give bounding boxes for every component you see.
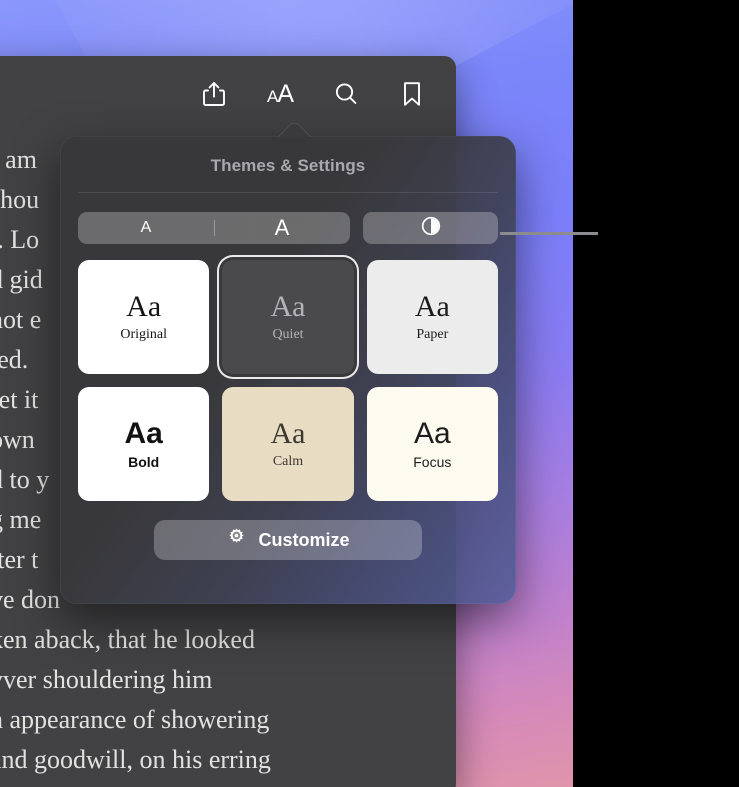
text-size-big-a: A	[277, 79, 294, 108]
theme-card-paper[interactable]: Aa Paper	[366, 260, 498, 374]
themes-settings-popover: Themes & Settings A A Aa Original Aa Qui…	[60, 136, 516, 604]
theme-name: Bold	[128, 453, 160, 470]
theme-name: Original	[120, 326, 167, 342]
screenshot-root: AA I am	[0, 0, 739, 787]
theme-sample-text: Aa	[124, 417, 163, 451]
gear-icon	[226, 527, 247, 553]
control-row: A A	[60, 193, 516, 244]
decrease-font-size-button[interactable]: A	[78, 212, 214, 244]
customize-row: Customize	[60, 501, 516, 560]
theme-sample-text: Aa	[126, 290, 162, 324]
share-icon	[201, 80, 227, 108]
theme-card-original[interactable]: Aa Original	[78, 260, 210, 374]
appearance-toggle-button[interactable]	[363, 212, 498, 244]
segment-divider	[214, 220, 215, 236]
annotation-callout-line	[500, 232, 598, 235]
theme-name: Focus	[413, 453, 452, 470]
theme-name: Quiet	[272, 326, 304, 342]
circle-half-filled-icon	[421, 216, 441, 241]
text-size-button[interactable]: AA	[260, 74, 300, 114]
increase-font-size-button[interactable]: A	[214, 212, 350, 244]
reader-toolbar: AA	[0, 56, 456, 132]
book-line: and goodwill, on his erring	[0, 745, 271, 774]
book-line: yver shouldering him	[0, 665, 213, 694]
theme-name: Calm	[272, 453, 304, 469]
theme-card-bold[interactable]: Aa Bold	[78, 387, 210, 501]
theme-sample-text: Aa	[414, 290, 450, 324]
search-icon	[333, 81, 359, 107]
text-size-icon: AA	[266, 79, 294, 108]
share-button[interactable]	[194, 74, 234, 114]
book-line: ken aback, that he looked	[0, 625, 255, 654]
theme-name: Paper	[416, 326, 449, 342]
panel-title: Themes & Settings	[210, 156, 366, 175]
theme-sample-text: Aa	[270, 290, 306, 324]
theme-card-calm[interactable]: Aa Calm	[222, 387, 354, 501]
text-size-small-a: A	[266, 86, 278, 106]
popover-pointer	[266, 123, 322, 137]
font-size-segmented-control[interactable]: A A	[78, 212, 350, 244]
theme-grid: Aa Original Aa Quiet Aa Paper Aa Bold Aa…	[60, 244, 516, 501]
customize-label: Customize	[258, 529, 350, 550]
book-line: n appearance of showering	[0, 705, 270, 734]
bookmark-icon	[401, 80, 423, 108]
theme-card-focus[interactable]: Aa Focus	[366, 387, 498, 501]
theme-card-quiet[interactable]: Aa Quiet	[222, 260, 354, 374]
search-button[interactable]	[326, 74, 366, 114]
theme-sample-text: Aa	[413, 417, 451, 451]
customize-button[interactable]: Customize	[154, 520, 422, 560]
theme-sample-text: Aa	[270, 417, 306, 451]
bookmark-button[interactable]	[392, 74, 432, 114]
